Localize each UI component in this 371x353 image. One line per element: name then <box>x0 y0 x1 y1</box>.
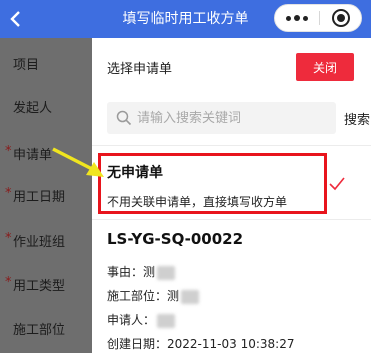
request-applicant: 申请人： <box>107 311 176 328</box>
required-mark: * <box>5 231 12 246</box>
search-button[interactable]: 搜索 <box>344 109 370 128</box>
redacted-text <box>157 265 176 280</box>
required-mark: * <box>5 275 12 290</box>
annotation-highlight-box <box>98 153 327 214</box>
more-dots-icon[interactable] <box>275 5 319 31</box>
search-box <box>107 102 336 134</box>
search-icon <box>116 110 132 126</box>
required-mark: * <box>5 186 12 201</box>
capsule-divider <box>319 11 320 25</box>
title-bar: 填写临时用工收方单 <box>0 0 371 38</box>
form-label-work-team: * 作业班组 <box>5 231 66 250</box>
form-label-project: 项目 <box>13 58 40 73</box>
redacted-text <box>157 313 176 328</box>
close-button[interactable]: 关闭 <box>296 53 354 81</box>
request-reason: 事由：测 <box>107 263 176 280</box>
drawer-title: 选择申请单 <box>107 62 173 77</box>
list-item-request[interactable]: LS-YG-SQ-00022 事由：测 施工部位：测 申请人： 创建日期：202… <box>92 220 371 353</box>
search-input[interactable] <box>137 102 332 134</box>
annotation-arrow-icon <box>52 147 104 177</box>
request-location: 施工部位：测 <box>107 287 200 304</box>
divider <box>92 145 371 146</box>
request-code: LS-YG-SQ-00022 <box>107 230 244 248</box>
form-label-initiator: 发起人 <box>13 101 53 116</box>
form-labels-overlay: 项目 发起人 * 申请单 * 用工日期 * 作业班组 * 用工类型 施工部位 <box>0 38 92 353</box>
miniprogram-capsule <box>274 4 362 32</box>
check-icon <box>329 177 345 191</box>
request-created-date: 创建日期：2022-11-03 10:38:27 <box>107 337 295 351</box>
form-label-request: * 申请单 <box>5 144 53 163</box>
required-mark: * <box>5 144 12 159</box>
form-label-location: 施工部位 <box>13 323 66 338</box>
redacted-text <box>181 289 200 304</box>
form-label-work-type: * 用工类型 <box>5 275 66 294</box>
target-icon[interactable] <box>332 9 350 27</box>
form-label-work-date: * 用工日期 <box>5 186 66 205</box>
